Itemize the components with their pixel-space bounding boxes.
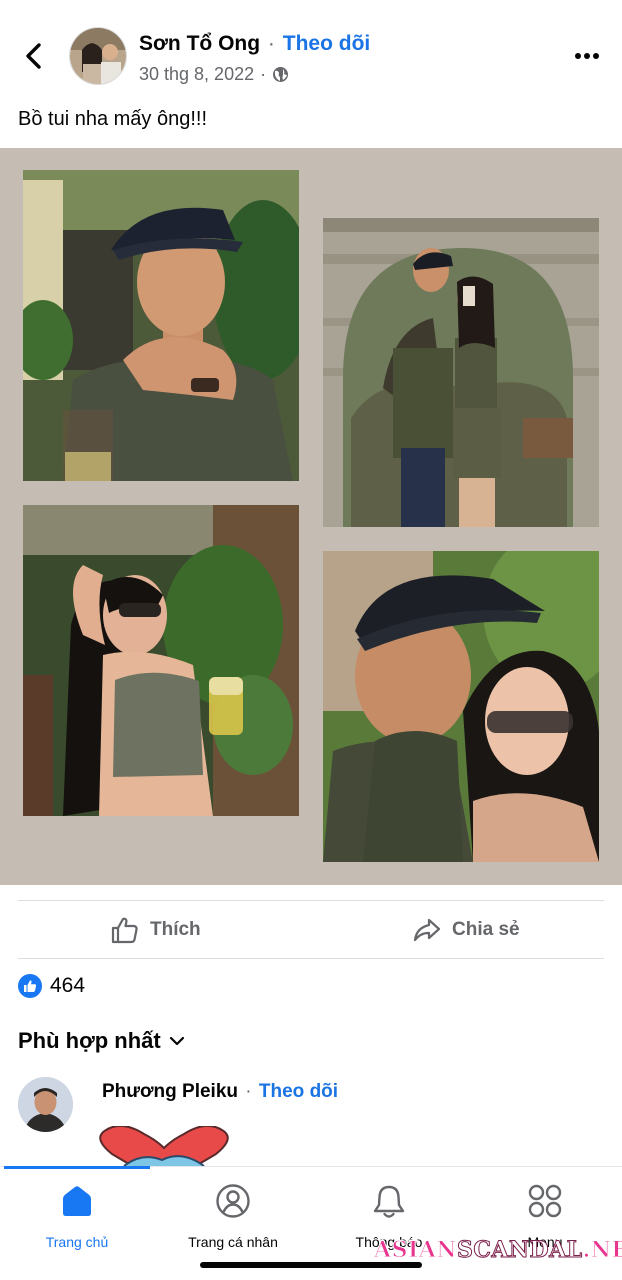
- menu-grid-icon: [528, 1184, 562, 1218]
- share-label: Chia sẻ: [452, 919, 520, 940]
- heart-sticker[interactable]: [92, 1126, 236, 1168]
- post-meta: 30 thg 8, 2022 ·: [139, 64, 289, 85]
- comment-sort-selector[interactable]: Phù hợp nhất: [18, 1028, 185, 1054]
- like-reaction-icon: [18, 974, 42, 998]
- share-arrow-icon: [413, 918, 441, 942]
- action-divider-top: [18, 900, 604, 901]
- post-caption: Bồ tui nha mấy ông!!!: [18, 108, 208, 130]
- action-divider-bottom: [18, 958, 604, 959]
- photo-couple-mirror[interactable]: [323, 218, 599, 527]
- photo-woman-drink[interactable]: [23, 505, 299, 816]
- post-date[interactable]: 30 thg 8, 2022: [139, 64, 254, 85]
- reaction-summary[interactable]: 464: [18, 974, 85, 998]
- chevron-down-icon: [169, 1036, 184, 1046]
- tab-home[interactable]: Trang chủ: [2, 1178, 152, 1250]
- tab-profile-label: Trang cá nhân: [188, 1234, 278, 1250]
- more-options-button[interactable]: [570, 44, 604, 68]
- like-button[interactable]: Thích: [110, 912, 201, 948]
- tab-profile[interactable]: Trang cá nhân: [158, 1178, 308, 1250]
- bell-icon: [373, 1185, 405, 1218]
- commenter-name[interactable]: Phương Pleiku: [102, 1081, 238, 1102]
- author-avatar[interactable]: [69, 27, 127, 85]
- watermark-part-3: .NET: [582, 1237, 622, 1264]
- home-icon: [63, 1186, 91, 1216]
- watermark-part-2: SCANDAL: [456, 1237, 583, 1264]
- profile-icon: [216, 1184, 250, 1218]
- author-line: Sơn Tổ Ong · Theo dõi: [139, 32, 370, 56]
- separator-dot: ·: [260, 64, 267, 84]
- photo-collage[interactable]: [0, 148, 622, 885]
- post-header: Sơn Tổ Ong · Theo dõi 30 thg 8, 2022 ·: [0, 0, 622, 100]
- thumbs-up-icon: [111, 917, 138, 944]
- chevron-left-icon: [26, 43, 41, 69]
- separator-dot: ·: [262, 32, 281, 55]
- separator-dot: ·: [240, 1081, 257, 1102]
- comment-sort-label: Phù hợp nhất: [18, 1028, 161, 1053]
- commenter-follow-link[interactable]: Theo dõi: [259, 1081, 338, 1102]
- globe-icon: [273, 67, 289, 82]
- home-indicator[interactable]: [200, 1262, 422, 1268]
- watermark-part-1: ASIAN: [374, 1237, 457, 1264]
- ellipsis-icon: [575, 53, 599, 59]
- like-label: Thích: [150, 919, 201, 940]
- share-button[interactable]: Chia sẻ: [412, 912, 520, 948]
- tab-home-label: Trang chủ: [45, 1234, 109, 1250]
- photo-couple-selfie[interactable]: [323, 551, 599, 862]
- active-tab-indicator: [4, 1166, 150, 1169]
- comment-author-line: Phương Pleiku · Theo dõi: [102, 1081, 338, 1103]
- watermark: ASIANSCANDAL.NET: [374, 1237, 622, 1264]
- reaction-count: 464: [50, 974, 86, 997]
- photo-man-seated[interactable]: [23, 170, 299, 481]
- commenter-avatar[interactable]: [18, 1077, 73, 1132]
- author-name[interactable]: Sơn Tổ Ong: [139, 32, 260, 55]
- follow-link[interactable]: Theo dõi: [283, 32, 371, 55]
- back-button[interactable]: [18, 38, 48, 74]
